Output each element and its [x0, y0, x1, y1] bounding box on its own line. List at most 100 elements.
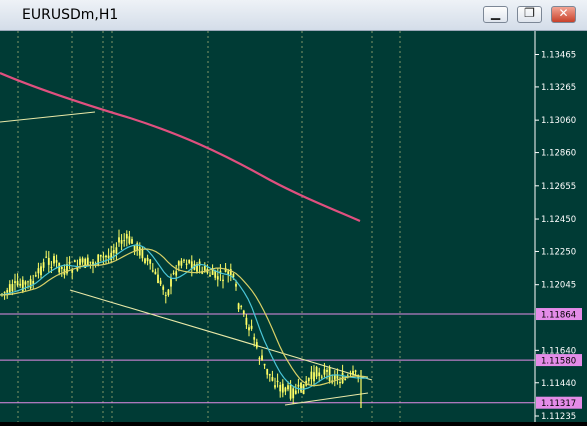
axis-tick-label: 1.13465: [541, 51, 576, 61]
candle-body: [32, 280, 35, 284]
candle-body: [310, 371, 313, 380]
candle-body: [107, 255, 110, 258]
candle-body: [131, 239, 133, 244]
candle-body: [40, 266, 42, 276]
minimize-icon: ▁: [490, 6, 501, 20]
candle-body: [86, 257, 89, 266]
trendline-channel-top: [69, 289, 373, 381]
candle-body: [180, 260, 183, 266]
candle-body: [47, 257, 50, 265]
trendline-upper-left: [0, 111, 96, 123]
window-titlebar: EURUSDm,H1 ▁ ❐ ✕: [0, 0, 587, 31]
trendlines: [0, 111, 373, 406]
candle-body: [300, 382, 302, 392]
minimize-button[interactable]: ▁: [483, 6, 508, 23]
candle-body: [248, 327, 250, 331]
axis-tick-label: 1.11440: [541, 379, 576, 389]
candle-body: [209, 275, 211, 277]
candle-body: [255, 342, 258, 348]
candle-body: [172, 272, 175, 274]
candle-body: [297, 384, 300, 387]
candle-body: [222, 279, 224, 282]
candle-body: [102, 256, 105, 258]
candle-body: [27, 281, 29, 283]
axis-tick-label: 1.12655: [541, 182, 576, 192]
candle-body: [138, 247, 141, 256]
restore-icon: ❐: [524, 6, 535, 20]
candle-body: [42, 262, 45, 268]
axis-tick-label: 1.12250: [541, 247, 576, 257]
candle-body: [79, 258, 81, 265]
candle-body: [289, 385, 292, 399]
axis-tick-label: 1.13060: [541, 116, 576, 126]
candle-body: [29, 279, 32, 289]
candle-body: [240, 306, 243, 308]
candle-body: [354, 370, 357, 372]
chart-area[interactable]: 1.11864 1.11580 1.11317 1.13465 1.13265 1.13…: [0, 31, 587, 422]
candle-body: [164, 294, 167, 296]
candle-body: [14, 281, 16, 283]
candles: [1, 229, 362, 408]
candle-body: [253, 337, 256, 340]
candle-body: [177, 261, 180, 266]
candle-body: [294, 390, 297, 394]
candle-body: [323, 369, 326, 375]
candle-body: [55, 260, 58, 263]
candle-body: [229, 269, 232, 276]
candle-body: [99, 254, 102, 257]
candle-body: [352, 370, 354, 375]
candle-body: [326, 369, 328, 372]
candle-body: [146, 257, 149, 262]
axis-tick-label: 1.12450: [541, 215, 576, 225]
close-button[interactable]: ✕: [551, 6, 576, 23]
candle-body: [81, 258, 84, 263]
close-icon: ✕: [558, 6, 569, 20]
candle-body: [24, 281, 27, 285]
price-chart: 1.11864 1.11580 1.11317 1.13465 1.13265 1.13…: [0, 31, 582, 422]
level-price-label: 1.11580: [541, 357, 576, 367]
candle-body: [279, 384, 282, 392]
candle-body: [318, 372, 321, 377]
candle-body: [276, 380, 279, 383]
candle-body: [292, 388, 295, 399]
fast-moving-average: [0, 244, 369, 390]
level-price-label: 1.11317: [541, 399, 576, 409]
candle-body: [320, 376, 323, 378]
candle-body: [188, 259, 191, 264]
restore-button[interactable]: ❐: [517, 6, 542, 23]
candle-body: [263, 363, 266, 366]
candle-body: [159, 280, 162, 285]
candle-body: [281, 383, 284, 393]
candle-body: [216, 276, 219, 280]
candle-body: [344, 378, 347, 380]
candle-body: [151, 270, 154, 272]
candle-body: [261, 355, 263, 361]
candle-body: [284, 387, 287, 392]
candle-body: [125, 234, 128, 239]
candle-body: [45, 256, 48, 258]
candle-body: [50, 266, 53, 268]
candle-body: [120, 240, 123, 244]
candle-body: [315, 366, 318, 377]
candle-body: [170, 278, 172, 287]
candle-body: [268, 373, 271, 376]
candle-body: [89, 261, 92, 263]
candle-body: [8, 284, 11, 293]
candle-body: [183, 259, 185, 261]
candle-body: [203, 266, 206, 271]
window-title: EURUSDm,H1: [22, 7, 119, 23]
candle-body: [68, 261, 71, 264]
axis-tick-label: 1.12860: [541, 149, 576, 159]
candle-body: [97, 254, 100, 266]
candle-body: [123, 240, 126, 242]
candle-body: [162, 286, 165, 290]
candle-body: [154, 271, 157, 275]
candle-body: [11, 284, 14, 292]
moving-averages: [0, 71, 369, 390]
candle-body: [287, 385, 289, 390]
axis-tick-label: 1.13265: [541, 83, 576, 93]
candle-body: [271, 377, 274, 381]
candle-body: [328, 367, 331, 382]
candle-body: [128, 236, 131, 244]
candle-body: [136, 243, 139, 250]
